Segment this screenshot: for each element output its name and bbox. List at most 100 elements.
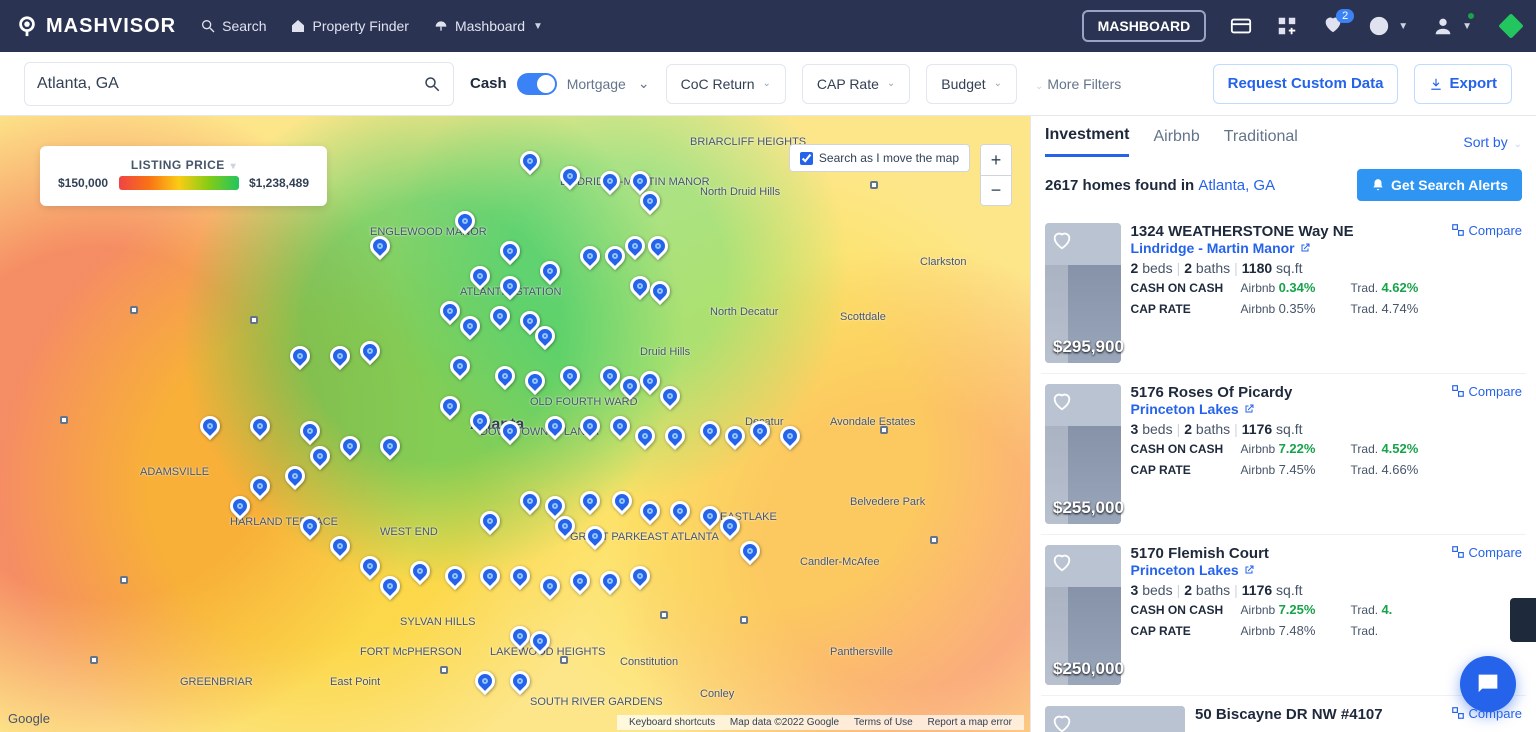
map-dot[interactable] xyxy=(120,576,128,584)
heart-outline-icon[interactable] xyxy=(1051,390,1073,412)
zoom-in-button[interactable]: + xyxy=(981,145,1011,175)
report-error-link[interactable]: Report a map error xyxy=(928,717,1012,728)
tab-traditional[interactable]: Traditional xyxy=(1224,128,1298,156)
external-link-icon xyxy=(1243,564,1255,576)
more-filters[interactable]: ⌄ More Filters xyxy=(1033,76,1121,92)
listing-price: $250,000 xyxy=(1053,659,1124,679)
chevron-down-icon: ⌄ xyxy=(638,75,650,92)
map-dot[interactable] xyxy=(740,616,748,624)
brand-logo[interactable]: MASHVISOR xyxy=(16,15,176,38)
compare-link[interactable]: Compare xyxy=(1451,223,1522,363)
filter-bar: Cash Mortgage ⌄ CoC Return⌄ CAP Rate⌄ Bu… xyxy=(0,52,1536,116)
listings[interactable]: $295,900 1324 WEATHERSTONE Way NE Lindri… xyxy=(1031,213,1536,732)
external-link-icon xyxy=(1299,242,1311,254)
favorites-badge: 2 xyxy=(1336,9,1354,23)
map-dot[interactable] xyxy=(130,306,138,314)
sort-by[interactable]: Sort by ⌄ xyxy=(1463,134,1522,150)
listing-neighborhood-link[interactable]: Princeton Lakes xyxy=(1131,401,1441,417)
search-icon xyxy=(200,18,216,34)
map-dot[interactable] xyxy=(90,656,98,664)
nav-user[interactable]: ▼ xyxy=(1432,15,1472,37)
location-input[interactable] xyxy=(37,75,423,93)
coc-return-filter[interactable]: CoC Return⌄ xyxy=(666,64,786,104)
map-data-text: Map data ©2022 Google xyxy=(730,717,839,728)
nav-search[interactable]: Search xyxy=(200,18,266,34)
listing-thumbnail[interactable]: $250,000 xyxy=(1045,545,1121,685)
brand-text: MASHVISOR xyxy=(46,15,176,38)
location-link[interactable]: Atlanta, GA xyxy=(1198,177,1275,194)
dashboard-icon xyxy=(433,18,449,34)
get-alerts-button[interactable]: Get Search Alerts xyxy=(1357,169,1522,201)
listing-specs: 3 beds|2 baths|1176 sq.ft xyxy=(1131,582,1441,598)
keyboard-shortcuts-link[interactable]: Keyboard shortcuts xyxy=(629,717,715,728)
listing-card[interactable]: $255,000 5176 Roses Of Picardy Princeton… xyxy=(1041,374,1526,535)
nav-property-finder[interactable]: Property Finder xyxy=(290,18,408,34)
heart-outline-icon[interactable] xyxy=(1051,712,1073,732)
tab-airbnb[interactable]: Airbnb xyxy=(1153,128,1199,156)
listing-card[interactable]: $250,000 5170 Flemish Court Princeton La… xyxy=(1041,535,1526,696)
chat-icon xyxy=(1474,670,1502,698)
notification-dot xyxy=(1466,11,1476,21)
listing-address: 5176 Roses Of Picardy xyxy=(1131,384,1441,401)
results-panel: Investment Airbnb Traditional Sort by ⌄ … xyxy=(1030,116,1536,732)
map-dot[interactable] xyxy=(880,426,888,434)
map-dot[interactable] xyxy=(660,611,668,619)
search-as-move-checkbox[interactable]: Search as I move the map xyxy=(789,144,970,172)
result-count: 2617 homes found in Atlanta, GA xyxy=(1045,177,1275,194)
nav-favorites[interactable]: 2 xyxy=(1322,13,1344,40)
zoom-out-button[interactable]: − xyxy=(981,175,1011,205)
house-icon xyxy=(290,18,306,34)
listing-price: $255,000 xyxy=(1053,498,1124,518)
listing-card[interactable]: $295,900 1324 WEATHERSTONE Way NE Lindri… xyxy=(1041,213,1526,374)
map-pane[interactable]: Atlanta BRIARCLIFF HEIGHTSLINDRIDGE-MART… xyxy=(0,116,1030,732)
compare-icon xyxy=(1451,223,1465,237)
map-dot[interactable] xyxy=(930,536,938,544)
request-custom-data-button[interactable]: Request Custom Data xyxy=(1213,64,1399,104)
search-icon[interactable] xyxy=(423,75,441,93)
toggle-switch[interactable] xyxy=(517,73,557,95)
user-icon xyxy=(1432,15,1454,37)
map-dot[interactable] xyxy=(560,656,568,664)
chevron-down-icon: ▼ xyxy=(1398,21,1408,32)
nav-help[interactable]: ▼ xyxy=(1368,15,1408,37)
cash-mortgage-toggle[interactable]: Cash Mortgage ⌄ xyxy=(470,73,650,95)
listing-thumbnail[interactable]: $255,000 xyxy=(1045,384,1121,524)
listing-neighborhood-link[interactable]: Lindridge - Martin Manor xyxy=(1131,240,1441,256)
price-legend[interactable]: LISTING PRICE ▾ $150,000 $1,238,489 xyxy=(40,146,327,206)
grid-plus-icon[interactable] xyxy=(1276,15,1298,37)
listing-card[interactable]: 50 Biscayne DR NW #4107 Compare xyxy=(1041,696,1526,732)
terms-link[interactable]: Terms of Use xyxy=(854,717,913,728)
heart-outline-icon[interactable] xyxy=(1051,551,1073,573)
map-dot[interactable] xyxy=(250,316,258,324)
compare-icon xyxy=(1451,706,1465,720)
listing-thumbnail[interactable]: $295,900 xyxy=(1045,223,1121,363)
listing-thumbnail[interactable] xyxy=(1045,706,1185,732)
result-header: 2617 homes found in Atlanta, GA Get Sear… xyxy=(1031,157,1536,213)
listing-price: $295,900 xyxy=(1053,337,1124,357)
listing-metrics: CASH ON CASH Airbnb 7.25% Trad. 4. CAP R… xyxy=(1131,602,1441,638)
map-attribution: Keyboard shortcuts Map data ©2022 Google… xyxy=(617,715,1024,730)
map-dot[interactable] xyxy=(440,666,448,674)
export-button[interactable]: Export xyxy=(1414,64,1512,104)
mashboard-button[interactable]: MASHBOARD xyxy=(1082,10,1207,42)
listing-address: 50 Biscayne DR NW #4107 xyxy=(1195,706,1441,723)
location-search[interactable] xyxy=(24,62,454,106)
main-content: Atlanta BRIARCLIFF HEIGHTSLINDRIDGE-MART… xyxy=(0,116,1536,732)
top-nav: MASHVISOR Search Property Finder Mashboa… xyxy=(0,0,1536,52)
map-dot[interactable] xyxy=(60,416,68,424)
listing-neighborhood-link[interactable]: Princeton Lakes xyxy=(1131,562,1441,578)
tab-investment[interactable]: Investment xyxy=(1045,126,1129,157)
side-bookmark-tab[interactable] xyxy=(1510,598,1536,642)
logo-pin-icon xyxy=(16,15,38,37)
heart-outline-icon[interactable] xyxy=(1051,229,1073,251)
cap-rate-filter[interactable]: CAP Rate⌄ xyxy=(802,64,910,104)
chevron-down-icon: ▾ xyxy=(231,161,237,172)
card-icon[interactable] xyxy=(1230,15,1252,37)
nav-mashboard[interactable]: Mashboard ▼ xyxy=(433,18,543,34)
external-link-icon xyxy=(1243,403,1255,415)
compare-link[interactable]: Compare xyxy=(1451,384,1522,524)
listing-specs: 3 beds|2 baths|1176 sq.ft xyxy=(1131,421,1441,437)
corner-flag-icon xyxy=(1498,13,1523,38)
chat-fab[interactable] xyxy=(1460,656,1516,712)
budget-filter[interactable]: Budget⌄ xyxy=(926,64,1017,104)
